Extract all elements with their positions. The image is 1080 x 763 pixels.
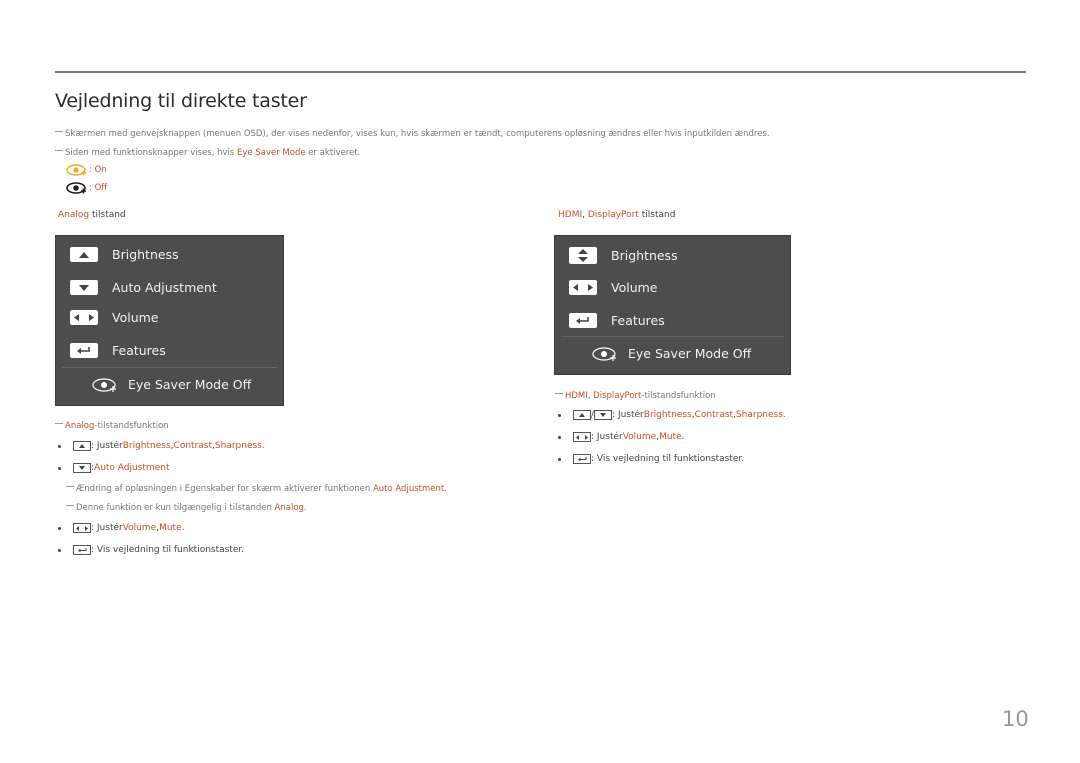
eye-saver-icon	[92, 377, 116, 392]
note-dash	[66, 505, 74, 506]
hdmi-osd-panel: Brightness Volume Features Eye Saver Mod…	[554, 235, 791, 375]
hdmi-bullet-volume: : Justér Volume, Mute.	[558, 432, 685, 442]
analog-bullet-features: : Vis vejledning til funktionstaster.	[58, 545, 244, 555]
page-number: 10	[1002, 707, 1029, 731]
eye-saver-on-icon	[66, 164, 86, 176]
analog-subnote-availability: Denne funktion er kun tilgængelig i tils…	[66, 503, 307, 513]
hdmi-function-note: HDMI, DisplayPort-tilstandsfunktion	[555, 391, 716, 401]
panel-item-brightness[interactable]: Brightness	[70, 247, 179, 262]
panel-item-volume[interactable]: Volume	[569, 280, 658, 295]
down-arrow-key-icon	[70, 280, 98, 295]
panel-divider	[561, 336, 784, 337]
top-rule	[55, 71, 1026, 73]
analog-bullet-auto-adjustment: : Auto Adjustment	[58, 463, 169, 473]
panel-divider	[62, 367, 277, 368]
note-dash	[55, 131, 63, 132]
eye-saver-mode-row[interactable]: Eye Saver Mode Off	[92, 377, 251, 392]
bullet-dot	[558, 435, 561, 439]
analog-mode-heading: Analog tilstand	[58, 210, 126, 220]
bullet-dot	[558, 413, 561, 417]
panel-item-features[interactable]: Features	[569, 313, 665, 328]
bullet-dot	[58, 548, 61, 552]
down-arrow-key-icon	[73, 463, 91, 473]
note-dash	[55, 150, 63, 151]
hdmi-bullet-brightness: / : Justér Brightness, Contrast, Sharpne…	[558, 410, 786, 420]
analog-osd-panel: Brightness Auto Adjustment Volume Featur…	[55, 235, 284, 406]
bullet-dot	[58, 466, 61, 470]
up-down-key-icon	[569, 247, 597, 264]
analog-subnote-resolution: Ændring af opløsningen i Egenskaber for …	[66, 484, 447, 494]
note-osd: Skærmen med genvejsknappen (menuen OSD),…	[55, 129, 770, 139]
hdmi-mode-heading: HDMI, DisplayPort tilstand	[558, 210, 676, 220]
left-right-key-icon	[70, 310, 98, 325]
analog-function-note: Analog-tilstandsfunktion	[55, 421, 169, 431]
up-arrow-key-icon	[73, 441, 91, 451]
left-right-key-icon	[569, 280, 597, 295]
panel-item-auto-adjustment[interactable]: Auto Adjustment	[70, 280, 217, 295]
eye-saver-off-icon	[66, 182, 86, 194]
eye-saver-mode-row[interactable]: Eye Saver Mode Off	[592, 346, 751, 361]
analog-bullet-brightness: : Justér Brightness, Contrast, Sharpness…	[58, 441, 265, 451]
up-arrow-key-icon	[70, 247, 98, 262]
eye-saver-icon	[592, 346, 616, 361]
legend-on: : On	[66, 164, 107, 176]
analog-bullet-volume: : Justér Volume, Mute.	[58, 523, 185, 533]
note-eye-saver: Siden med funktionsknapper vises, hvis E…	[55, 148, 360, 158]
left-right-key-icon	[573, 432, 591, 442]
note-dash	[555, 393, 563, 394]
enter-key-icon	[569, 313, 597, 328]
up-arrow-key-icon	[573, 410, 591, 420]
panel-item-volume[interactable]: Volume	[70, 310, 159, 325]
legend-off: : Off	[66, 182, 107, 194]
note-dash	[66, 486, 74, 487]
bullet-dot	[558, 457, 561, 461]
bullet-dot	[58, 444, 61, 448]
page-title: Vejledning til direkte taster	[55, 90, 307, 112]
bullet-dot	[58, 526, 61, 530]
down-arrow-key-icon	[594, 410, 613, 420]
note-dash	[55, 423, 63, 424]
enter-key-icon	[70, 343, 98, 358]
hdmi-bullet-features: : Vis vejledning til funktionstaster.	[558, 454, 744, 464]
enter-key-icon	[573, 454, 591, 464]
panel-item-features[interactable]: Features	[70, 343, 166, 358]
left-right-key-icon	[73, 523, 91, 533]
enter-key-icon	[73, 545, 91, 555]
panel-item-brightness[interactable]: Brightness	[569, 247, 678, 264]
